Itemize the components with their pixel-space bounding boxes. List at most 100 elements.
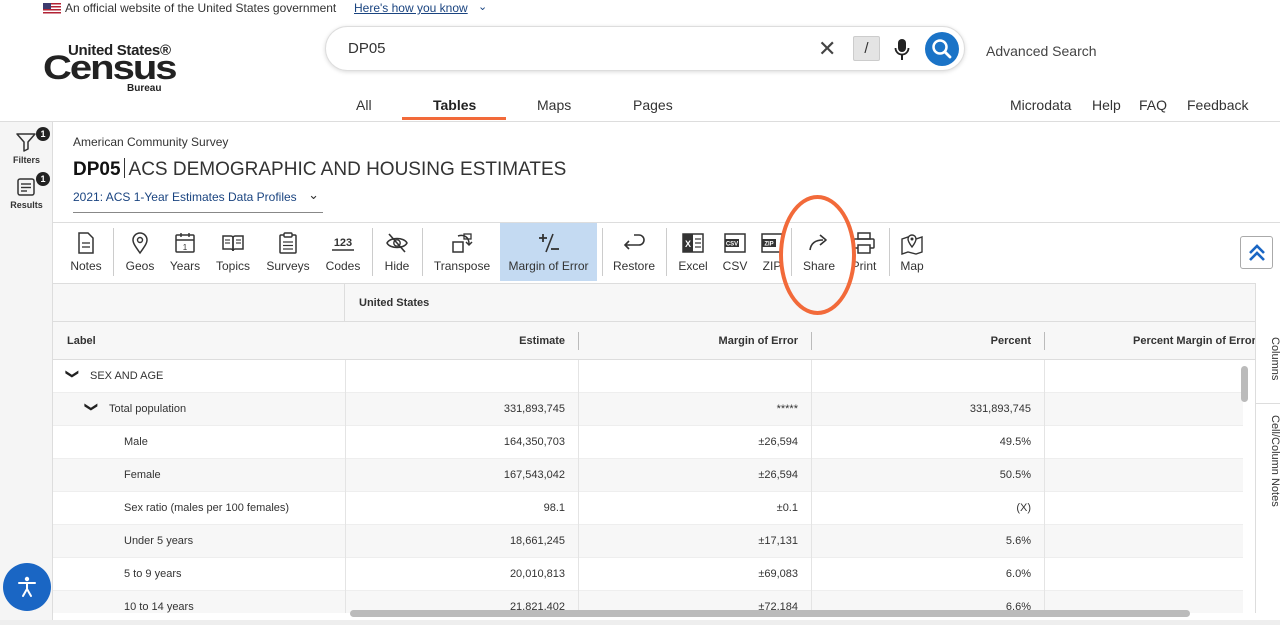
tab-all[interactable]: All [356, 97, 372, 113]
estimate-cell: 164,350,703 [503, 436, 565, 448]
row-label: 10 to 14 years [124, 601, 194, 613]
margin-of-error-button[interactable]: Margin of Error [500, 223, 597, 281]
transpose-button[interactable]: Transpose [429, 223, 495, 281]
vintage-dropdown[interactable]: 2021: ACS 1-Year Estimates Data Profiles… [73, 187, 323, 213]
tab-maps[interactable]: Maps [537, 97, 571, 113]
help-link[interactable]: Help [1092, 97, 1121, 113]
cell-column-notes-tab[interactable]: Cell/Column Notes [1256, 403, 1280, 513]
search-button[interactable] [925, 32, 959, 66]
share-highlight-annotation [779, 195, 856, 315]
geography-header-row: United States [53, 284, 1255, 322]
row-label: Total population [109, 403, 187, 415]
geography-header[interactable]: United States [359, 297, 429, 309]
column-resize-handle[interactable] [811, 332, 812, 350]
table-row[interactable]: Male 164,350,703 ±26,594 49.5% [53, 426, 1243, 459]
notes-button[interactable]: Notes [64, 223, 108, 281]
bottom-edge [0, 620, 1280, 625]
column-divider [1044, 360, 1045, 613]
hide-button[interactable]: Hide [378, 223, 416, 281]
chevron-down-icon[interactable]: ❯ [64, 369, 80, 380]
map-label: Map [900, 259, 924, 273]
geos-button[interactable]: Geos [120, 223, 160, 281]
years-button[interactable]: 1 Years [165, 223, 205, 281]
csv-button[interactable]: CSV CSV [716, 223, 754, 281]
table-row[interactable]: 5 to 9 years 20,010,813 ±69,083 6.0% [53, 558, 1243, 591]
restore-button[interactable]: Restore [610, 223, 658, 281]
moe-cell: ±69,083 [758, 568, 798, 580]
plus-minus-icon [538, 233, 559, 253]
map-button[interactable]: Map [895, 223, 929, 281]
estimate-cell: 331,893,745 [503, 403, 565, 415]
transpose-icon [452, 233, 473, 253]
percent-cell: 331,893,745 [969, 403, 1031, 415]
transpose-label: Transpose [433, 259, 491, 273]
census-logo[interactable]: United States® Census Bureau [43, 42, 177, 94]
codes-button[interactable]: 123 Codes [320, 223, 366, 281]
search-bar[interactable]: DP05 ✕ / [325, 26, 965, 71]
toolbar-separator [372, 228, 373, 276]
vintage-label: 2021: ACS 1-Year Estimates Data Profiles [73, 190, 297, 204]
slash-shortcut-key: / [853, 36, 880, 61]
table-row[interactable]: ❯ Total population 331,893,745 ***** 331… [53, 393, 1243, 426]
filters-button[interactable]: 1 Filters [0, 125, 53, 169]
results-badge: 1 [36, 172, 50, 186]
column-divider [811, 360, 812, 613]
estimate-cell: 98.1 [543, 502, 565, 514]
results-icon [17, 178, 35, 196]
column-resize-handle[interactable] [1044, 332, 1045, 350]
surveys-button[interactable]: Surveys [261, 223, 315, 281]
tab-tables[interactable]: Tables [433, 97, 476, 113]
tab-pages[interactable]: Pages [633, 97, 673, 113]
svg-text:CSV: CSV [726, 242, 738, 248]
topics-label: Topics [215, 259, 250, 273]
table-row[interactable]: Under 5 years 18,661,245 ±17,131 5.6% [53, 525, 1243, 558]
microdata-link[interactable]: Microdata [1010, 97, 1071, 113]
row-label: Male [124, 436, 148, 448]
geography-header-spacer [53, 284, 345, 322]
topics-button[interactable]: Topics [210, 223, 256, 281]
table-title: ACS DEMOGRAPHIC AND HOUSING ESTIMATES [128, 159, 567, 180]
percent-cell: 6.0% [1005, 568, 1031, 580]
percent-cell: (X) [1016, 502, 1031, 514]
side-panel-tabs: Columns Cell/Column Notes [1255, 283, 1280, 613]
accessibility-button[interactable] [3, 563, 51, 611]
faq-link[interactable]: FAQ [1139, 97, 1167, 113]
column-header-margin-of-error[interactable]: Margin of Error [583, 335, 798, 347]
toolbar-separator [113, 228, 114, 276]
search-input[interactable]: DP05 [348, 40, 386, 57]
survey-name: American Community Survey [73, 135, 229, 149]
advanced-search-link[interactable]: Advanced Search [986, 43, 1097, 59]
vertical-scrollbar[interactable] [1241, 366, 1248, 402]
table-row[interactable]: Sex ratio (males per 100 females) 98.1 ±… [53, 492, 1243, 525]
horizontal-scrollbar[interactable] [350, 610, 1190, 617]
clear-search-icon[interactable]: ✕ [818, 36, 836, 62]
column-header-label[interactable]: Label [67, 335, 96, 347]
heres-how-you-know-link[interactable]: Here's how you know [354, 1, 468, 15]
excel-button[interactable]: X Excel [674, 223, 712, 281]
codes-icon: 123 [332, 237, 354, 251]
svg-text:1: 1 [183, 243, 188, 252]
column-header-percent[interactable]: Percent [818, 335, 1031, 347]
logo-line-3: Bureau [127, 83, 162, 94]
hide-label: Hide [384, 259, 410, 273]
column-header-percent-moe[interactable]: Percent Margin of Error [1133, 335, 1255, 347]
columns-tab[interactable]: Columns [1256, 333, 1280, 385]
microphone-icon[interactable] [894, 38, 910, 62]
page-title: DP05 ACS DEMOGRAPHIC AND HOUSING ESTIMATE… [73, 158, 566, 181]
column-header-estimate[interactable]: Estimate [353, 335, 565, 347]
column-resize-handle[interactable] [578, 332, 579, 350]
table-row[interactable]: Female 167,543,042 ±26,594 50.5% [53, 459, 1243, 492]
clipboard-icon [279, 232, 297, 254]
chevron-down-icon[interactable]: ⌄ [478, 0, 487, 13]
moe-cell: ***** [776, 403, 798, 415]
chevron-down-icon[interactable]: ❯ [83, 402, 99, 413]
results-button[interactable]: 1 Results [0, 170, 53, 214]
table-row[interactable]: ❯ SEX AND AGE [53, 360, 1243, 393]
collapse-toolbar-button[interactable] [1240, 236, 1273, 269]
data-table: United States Label Estimate Margin of E… [53, 283, 1255, 613]
eye-off-icon [386, 233, 408, 253]
table-id: DP05 [73, 159, 121, 180]
toolbar-separator [602, 228, 603, 276]
feedback-link[interactable]: Feedback [1187, 97, 1248, 113]
map-icon [901, 234, 923, 255]
